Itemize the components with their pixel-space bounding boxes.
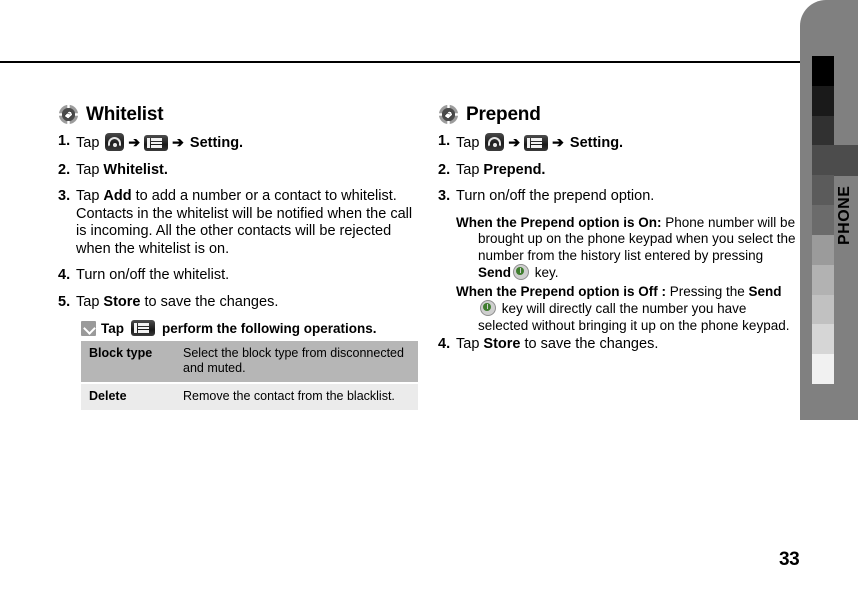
emphasis-text: When the Prepend option is Off : — [456, 283, 666, 299]
step-item: 3. Turn on/off the prepend option. — [438, 188, 798, 206]
prepend-definitions: When the Prepend option is On: Phone num… — [438, 215, 798, 335]
header-rule — [0, 61, 805, 63]
emphasis-text: Prepend. — [483, 161, 546, 178]
definition-block: When the Prepend option is On: Phone num… — [456, 215, 798, 282]
step-item: 3. Tap Add to add a number or a contact t… — [58, 188, 418, 258]
arrow-right-icon: ➔ — [128, 134, 141, 150]
step-item: 1. Tap ➔ ➔ Setting. — [58, 133, 418, 153]
step-item: 1. Tap ➔ ➔ Setting. — [438, 133, 798, 153]
prepend-section-header: Prepend — [438, 104, 798, 125]
side-tab-block — [812, 324, 834, 355]
subnote-suffix: perform the following operations. — [162, 320, 377, 336]
manual-page: PHONE Whitelist 1. Tap ➔ ➔ Setting. 2. Tap W… — [0, 0, 858, 589]
side-tab-block — [812, 85, 834, 117]
table-row: Delete Remove the contact from the blackl… — [81, 383, 418, 412]
step-item: 2. Tap Whitelist. — [58, 162, 418, 180]
menu-key-icon — [131, 320, 155, 336]
step-number: 3. — [438, 188, 451, 204]
step-text: Tap ➔ ➔ Setting. — [76, 133, 244, 151]
table-cell-value: Select the block type from disconnected … — [175, 341, 418, 384]
hand-tap-icon — [58, 104, 79, 125]
side-tab-label: PHONE — [836, 185, 853, 245]
left-column: Whitelist 1. Tap ➔ ➔ Setting. 2. Tap Whiteli… — [58, 104, 418, 412]
prepend-steps: 1. Tap ➔ ➔ Setting. 2. Tap Prepend. 3. Turn on… — [438, 133, 798, 206]
prepend-final-step: 4. Tap Store to save the changes. — [438, 336, 798, 354]
emphasis-text: Store — [103, 293, 141, 310]
emphasis-text: Whitelist. — [103, 161, 168, 178]
step-text: Tap ➔ ➔ Setting. — [456, 133, 624, 151]
step-text: Turn on/off the whitelist. — [76, 267, 230, 283]
arrow-right-icon: ➔ — [172, 134, 184, 150]
step-number: 2. — [58, 161, 71, 178]
step-text: Turn on/off the prepend option. — [456, 188, 655, 204]
step-text: Tap Store to save the changes. — [76, 293, 279, 310]
emphasis-text: Send — [748, 283, 782, 299]
right-column: Prepend 1. Tap ➔ ➔ Setting. 2. Tap Prepend. 3… — [438, 104, 798, 363]
whitelist-subnote: Tap perform the following operations. — [81, 320, 418, 336]
table-cell-key: Block type — [81, 341, 175, 384]
emphasis-text: When the Prepend option is On: — [456, 214, 662, 230]
emphasis-text: Send — [478, 265, 512, 280]
side-tab-block — [812, 115, 834, 146]
send-key-icon — [513, 264, 530, 280]
emphasis-text: Add — [103, 188, 132, 204]
step-number: 1. — [438, 133, 451, 149]
prepend-heading: Prepend — [466, 104, 541, 125]
step-text: Tap Store to save the changes. — [456, 336, 659, 352]
definition-text: When the Prepend option is Off : Pressin… — [456, 283, 790, 333]
step-item: 4. Turn on/off the whitelist. — [58, 267, 418, 285]
send-key-icon — [480, 300, 496, 316]
step-number: 1. — [58, 133, 71, 149]
definition-text: When the Prepend option is On: Phone num… — [456, 214, 796, 280]
subnote-prefix: Tap — [101, 320, 124, 336]
step-number: 3. — [58, 188, 71, 204]
hand-tap-icon — [438, 104, 459, 125]
step-number: 4. — [58, 267, 71, 283]
operations-table-body: Block type Select the block type from dis… — [81, 341, 418, 412]
phone-app-icon — [105, 133, 125, 151]
side-tab-block — [812, 56, 834, 87]
whitelist-section-header: Whitelist — [58, 104, 418, 125]
whitelist-heading: Whitelist — [86, 104, 164, 125]
step-number: 4. — [438, 336, 451, 352]
menu-key-icon — [144, 135, 169, 151]
arrow-down-left-icon — [81, 320, 96, 336]
definition-block: When the Prepend option is Off : Pressin… — [456, 284, 798, 335]
step-text: Tap Prepend. — [456, 161, 546, 178]
step-number: 5. — [58, 293, 71, 310]
whitelist-steps: 1. Tap ➔ ➔ Setting. 2. Tap Whitelist. 3. Tap A… — [58, 133, 418, 311]
step-text: Tap Whitelist. — [76, 161, 168, 178]
emphasis-text: Setting. — [565, 135, 624, 151]
page-number: 33 — [779, 549, 800, 570]
emphasis-text: Setting. — [185, 135, 244, 151]
table-cell-value: Remove the contact from the blacklist. — [175, 383, 418, 412]
step-text: Tap Add to add a number or a contact to … — [76, 188, 413, 257]
emphasis-text: Store — [483, 336, 521, 352]
phone-app-icon — [485, 133, 505, 151]
step-item: 4. Tap Store to save the changes. — [438, 336, 798, 354]
side-tab-block — [812, 354, 834, 385]
operations-table: Block type Select the block type from dis… — [81, 341, 418, 412]
table-row: Block type Select the block type from dis… — [81, 341, 418, 384]
menu-key-icon — [524, 135, 549, 151]
side-tab-block — [812, 294, 834, 325]
step-number: 2. — [438, 161, 451, 178]
side-tab-strip: PHONE — [800, 0, 858, 420]
step-item: 2. Tap Prepend. — [438, 162, 798, 180]
step-item: 5. Tap Store to save the changes. — [58, 294, 418, 312]
arrow-right-icon: ➔ — [552, 134, 564, 150]
table-cell-key: Delete — [81, 383, 175, 412]
arrow-right-icon: ➔ — [508, 134, 521, 150]
